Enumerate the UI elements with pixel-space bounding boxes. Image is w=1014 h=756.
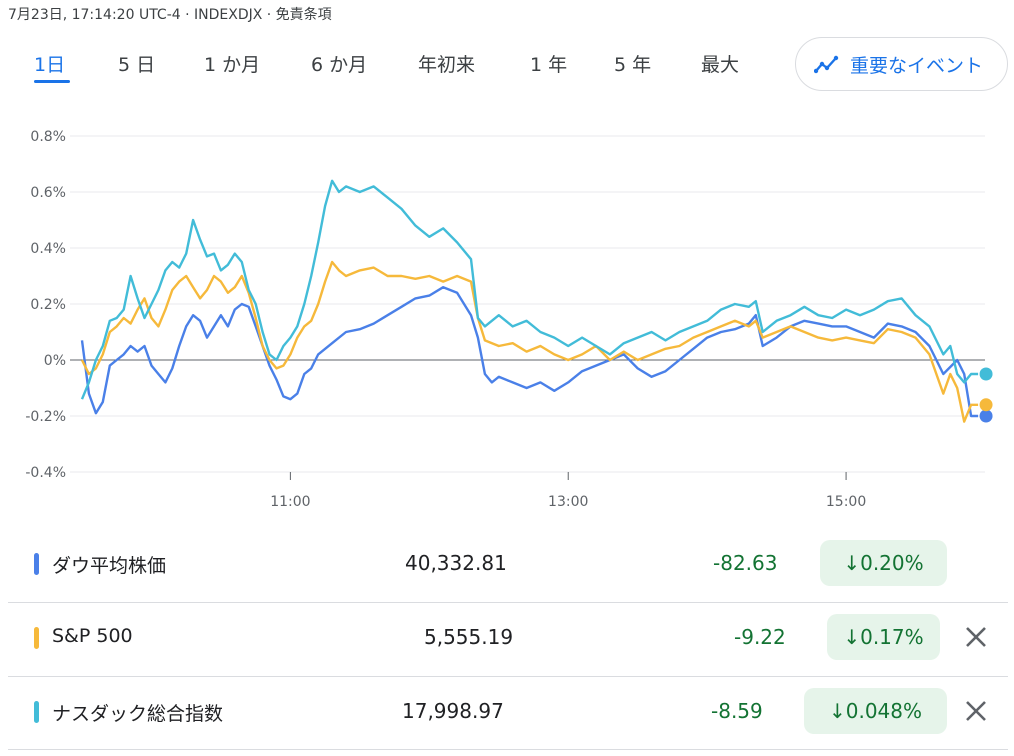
quote-percent-badge: ↓0.17%	[827, 614, 940, 660]
quote-price: 17,998.97	[402, 699, 504, 723]
tab-5-day[interactable]: 5 日	[118, 50, 155, 77]
series-color-bar	[34, 701, 39, 723]
quote-row-nasdaq[interactable]: ナスダック総合指数 17,998.97 -8.59 ↓0.048%	[8, 676, 1008, 748]
quote-percent-badge: ↓0.20%	[820, 540, 947, 586]
series-line-1	[80, 260, 979, 423]
series-end-dot-1	[979, 398, 993, 412]
quote-price: 5,555.19	[424, 625, 514, 649]
y-tick-label: 0.2%	[30, 297, 66, 313]
x-tick-label: 13:00	[548, 494, 588, 510]
tab-ytd[interactable]: 年初来	[418, 50, 475, 77]
quote-change: -9.22	[734, 625, 786, 649]
index-line-chart[interactable]: 0.8% 0.6% 0.4% 0.2% 0% -0.2% -0.4% 11:00 13:00 1…	[0, 120, 1014, 520]
quote-name: ダウ平均株価	[52, 555, 167, 577]
x-tick-label: 15:00	[826, 494, 866, 510]
series-color-bar	[34, 627, 39, 649]
quote-row-sp500[interactable]: S&P 500 5,555.19 -9.22 ↓0.17%	[8, 602, 1008, 674]
remove-comparison-icon[interactable]	[963, 624, 989, 650]
series-line-0	[80, 286, 979, 418]
x-tick-label: 11:00	[270, 494, 310, 510]
tab-1-month[interactable]: 1 か月	[204, 50, 260, 77]
quote-name: ナスダック総合指数	[52, 703, 224, 725]
row-divider	[8, 749, 1008, 750]
tab-1-year[interactable]: 1 年	[530, 50, 567, 77]
quote-change: -8.59	[711, 699, 763, 723]
quote-price: 40,332.81	[405, 551, 507, 575]
y-tick-label: -0.2%	[25, 409, 66, 425]
series-end-dot-0	[979, 409, 993, 423]
timeline-icon	[814, 55, 839, 74]
y-tick-label: 0.8%	[30, 129, 66, 145]
quote-name: S&P 500	[52, 625, 133, 647]
y-tick-label: 0.4%	[30, 241, 66, 257]
quote-percent-badge: ↓0.048%	[804, 688, 947, 734]
tab-6-month[interactable]: 6 か月	[311, 50, 367, 77]
series-line-2	[80, 179, 979, 400]
quote-change: -82.63	[713, 551, 778, 575]
quote-row-dow[interactable]: ダウ平均株価 40,332.81 -82.63 ↓0.20%	[8, 528, 1008, 600]
key-events-button[interactable]: 重要なイベント	[795, 37, 1008, 91]
y-tick-label: 0.6%	[30, 185, 66, 201]
active-tab-indicator	[34, 80, 70, 83]
series-end-dot-2	[979, 367, 993, 381]
tab-5-year[interactable]: 5 年	[614, 50, 651, 77]
y-tick-label: 0%	[44, 353, 66, 369]
key-events-label: 重要なイベント	[850, 54, 984, 77]
tab-max[interactable]: 最大	[701, 50, 739, 77]
tab-1-day[interactable]: 1日	[34, 50, 65, 77]
y-tick-label: -0.4%	[25, 465, 66, 481]
series-color-bar	[34, 553, 39, 575]
quote-meta-text: 7月23日, 17:14:20 UTC-4 · INDEXDJX · 免責条項	[8, 7, 332, 23]
remove-comparison-icon[interactable]	[963, 698, 989, 724]
